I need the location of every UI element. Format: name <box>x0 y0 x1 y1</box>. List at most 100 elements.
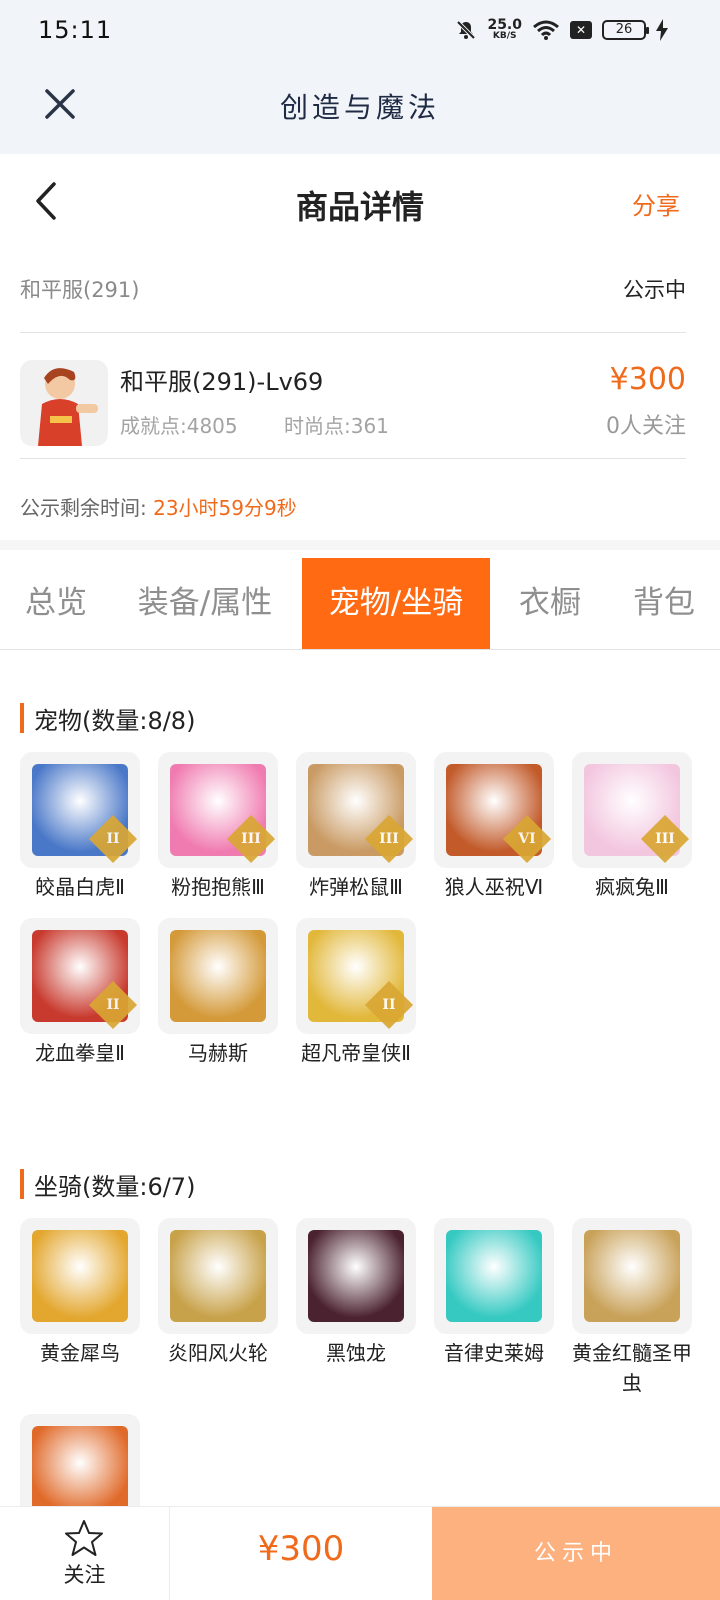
pet-name: 超凡帝皇侠Ⅱ <box>301 1041 411 1065</box>
mount-thumbnail <box>158 1218 278 1334</box>
mount-thumbnail <box>434 1218 554 1334</box>
divider <box>20 332 686 333</box>
mount-name: 黑蚀龙 <box>326 1341 386 1365</box>
charging-icon <box>656 18 668 41</box>
pet-thumbnail: III <box>158 752 278 868</box>
mount-thumbnail <box>296 1218 416 1334</box>
pet-name: 粉抱抱熊Ⅲ <box>171 875 265 899</box>
sim-disabled-icon: ✕ <box>570 20 592 39</box>
pet-name: 狼人巫祝Ⅵ <box>444 875 544 899</box>
tab-backpack[interactable]: 背包 <box>614 558 714 649</box>
pet-card[interactable]: III 炸弹松鼠Ⅲ <box>296 752 416 902</box>
bottom-price: ¥300 <box>257 1529 345 1569</box>
pet-name: 皎晶白虎Ⅱ <box>35 875 125 899</box>
product-name: 和平服(291)-Lv69 <box>120 368 324 396</box>
mount-thumbnail <box>572 1218 692 1334</box>
pet-thumbnail: III <box>572 752 692 868</box>
pet-thumbnail <box>158 918 278 1034</box>
mount-card[interactable]: 黄金红髓圣甲虫 <box>572 1218 692 1398</box>
rank-badge: III <box>640 814 690 864</box>
follower-count: 0人关注 <box>606 414 686 439</box>
page-header: 商品详情 分享 <box>0 154 720 250</box>
section-marker <box>20 1169 24 1199</box>
mount-card[interactable]: 炎阳风火轮 <box>158 1218 278 1368</box>
divider <box>20 458 686 459</box>
listing-status: 公示中 <box>623 278 686 302</box>
pet-card[interactable]: II 超凡帝皇侠Ⅱ <box>296 918 416 1068</box>
mount-card[interactable]: 音律史莱姆 <box>434 1218 554 1368</box>
mount-image <box>584 1230 680 1322</box>
status-time: 15:11 <box>38 16 113 44</box>
bottom-bar: 关注 ¥300 公示中 <box>0 1506 720 1600</box>
follow-button[interactable]: 关注 <box>0 1507 170 1600</box>
mount-card[interactable]: 黄金犀鸟 <box>20 1218 140 1368</box>
rank-badge: II <box>88 814 138 864</box>
product-price: ¥300 <box>609 362 686 397</box>
mute-bell-icon <box>457 20 476 39</box>
mount-image <box>170 1230 266 1322</box>
mount-image <box>446 1230 542 1322</box>
section-gap <box>0 540 720 550</box>
pet-card[interactable]: III 粉抱抱熊Ⅲ <box>158 752 278 902</box>
character-avatar <box>20 360 108 446</box>
achievement-points: 成就点:4805 <box>120 414 238 438</box>
pet-card[interactable]: II 龙血拳皇Ⅱ <box>20 918 140 1068</box>
pet-thumbnail: VI <box>434 752 554 868</box>
pet-name: 疯疯兔Ⅲ <box>595 875 669 899</box>
mount-image <box>32 1426 128 1518</box>
mount-image <box>308 1230 404 1322</box>
follow-label: 关注 <box>63 1563 106 1587</box>
pet-thumbnail: II <box>296 918 416 1034</box>
pets-section-title: 宠物(数量:8/8) <box>20 701 195 735</box>
mount-name: 黄金犀鸟 <box>40 1341 120 1365</box>
pet-card[interactable]: VI 狼人巫祝Ⅵ <box>434 752 554 902</box>
mount-thumbnail <box>20 1218 140 1334</box>
rank-badge: III <box>226 814 276 864</box>
wifi-icon <box>533 20 559 40</box>
pet-name: 马赫斯 <box>188 1041 248 1065</box>
pet-card[interactable]: II 皎晶白虎Ⅱ <box>20 752 140 902</box>
share-button[interactable]: 分享 <box>632 186 680 221</box>
server-name: 和平服(291) <box>20 278 140 302</box>
status-bar: 15:11 25.0 KB/S ✕ 26 <box>0 0 720 64</box>
tab-bar: 总览 装备/属性 宠物/坐骑 衣橱 背包 <box>0 558 720 650</box>
star-icon <box>65 1520 103 1556</box>
page-title: 商品详情 <box>295 188 424 226</box>
server-row: 和平服(291) 公示中 <box>20 268 686 308</box>
tab-equipment[interactable]: 装备/属性 <box>124 558 286 649</box>
mounts-section-title: 坐骑(数量:6/7) <box>20 1167 195 1201</box>
battery-icon: 26 <box>602 19 649 40</box>
product-stats: 成就点:4805 时尚点:361 <box>120 410 429 439</box>
pet-thumbnail: III <box>296 752 416 868</box>
countdown-value: 23小时59分9秒 <box>153 496 297 520</box>
mount-name: 音律史莱姆 <box>444 1341 544 1365</box>
net-speed: 25.0 KB/S <box>487 17 522 41</box>
mount-card[interactable]: 黑蚀龙 <box>296 1218 416 1368</box>
countdown: 公示剩余时间: 23小时59分9秒 <box>20 492 297 521</box>
product-summary[interactable]: 和平服(291)-Lv69 成就点:4805 时尚点:361 ¥300 0人关注 <box>20 354 686 454</box>
pet-image <box>170 930 266 1022</box>
rank-badge: VI <box>502 814 552 864</box>
pet-card[interactable]: 马赫斯 <box>158 918 278 1068</box>
tab-pets-mounts[interactable]: 宠物/坐骑 <box>302 558 490 649</box>
rank-badge: II <box>88 980 138 1030</box>
webview-title: 创造与魔法 <box>279 91 440 124</box>
pet-thumbnail: II <box>20 918 140 1034</box>
rank-badge: III <box>364 814 414 864</box>
pet-name: 龙血拳皇Ⅱ <box>35 1041 125 1065</box>
pet-name: 炸弹松鼠Ⅲ <box>309 875 403 899</box>
status-icons: 25.0 KB/S ✕ 26 <box>455 18 668 41</box>
tab-wardrobe[interactable]: 衣橱 <box>500 558 600 649</box>
webview-bar: 创造与魔法 <box>0 64 720 154</box>
mount-image <box>32 1230 128 1322</box>
mount-name: 黄金红髓圣甲虫 <box>572 1341 692 1395</box>
rank-badge: II <box>364 980 414 1030</box>
mount-name: 炎阳风火轮 <box>168 1341 268 1365</box>
pet-card[interactable]: III 疯疯兔Ⅲ <box>572 752 692 902</box>
tab-overview[interactable]: 总览 <box>0 558 112 649</box>
publicity-button[interactable]: 公示中 <box>432 1507 720 1600</box>
pet-thumbnail: II <box>20 752 140 868</box>
countdown-label: 公示剩余时间: <box>20 496 147 520</box>
section-marker <box>20 703 24 733</box>
fashion-points: 时尚点:361 <box>284 414 389 438</box>
